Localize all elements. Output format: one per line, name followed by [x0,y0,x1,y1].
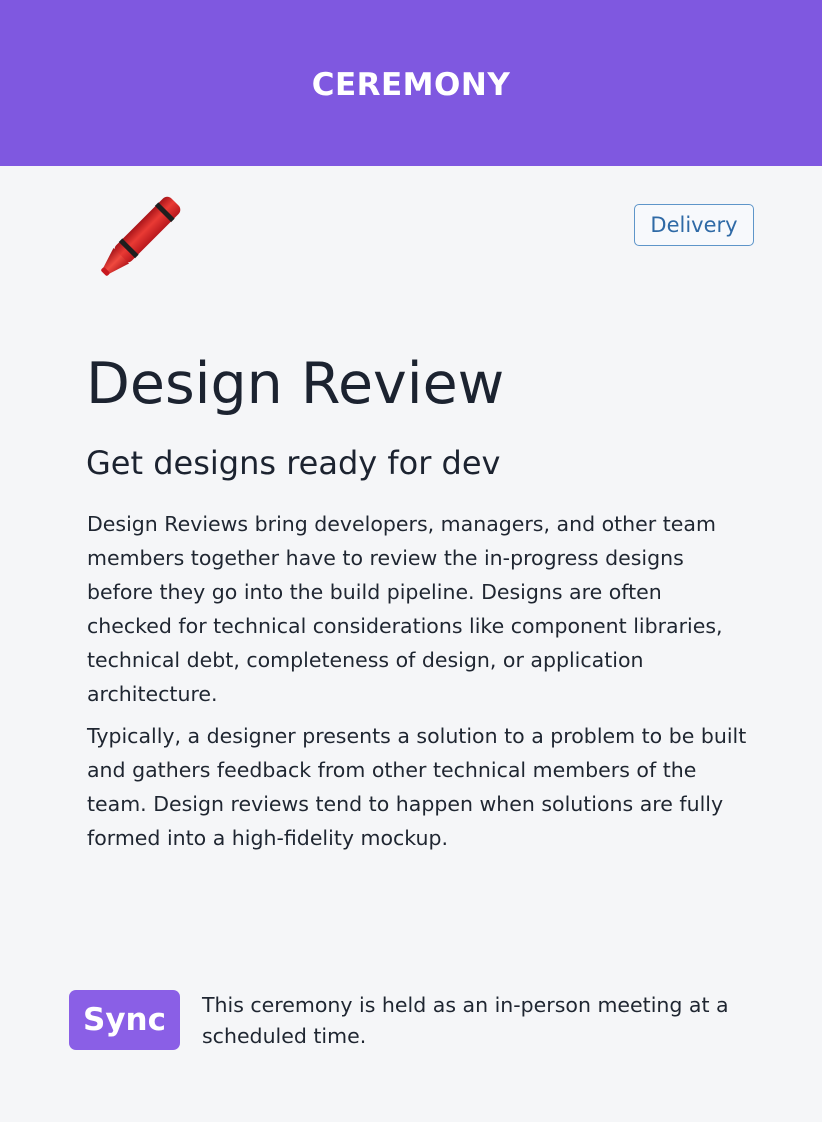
description-paragraph: Typically, a designer presents a solutio… [87,724,747,850]
sync-description: This ceremony is held as an in-person me… [202,993,729,1048]
sync-badge: Sync [69,990,180,1050]
crayon-icon [82,193,186,293]
page-subtitle: Get designs ready for dev [86,444,501,482]
page-title: Design Review [86,351,505,417]
header-bar: CEREMONY [0,0,822,166]
category-tag: Delivery [634,204,754,246]
description-paragraph: Design Reviews bring developers, manager… [87,512,723,706]
description-body: Design Reviews bring developers, manager… [87,507,747,863]
header-title: CEREMONY [311,67,511,103]
